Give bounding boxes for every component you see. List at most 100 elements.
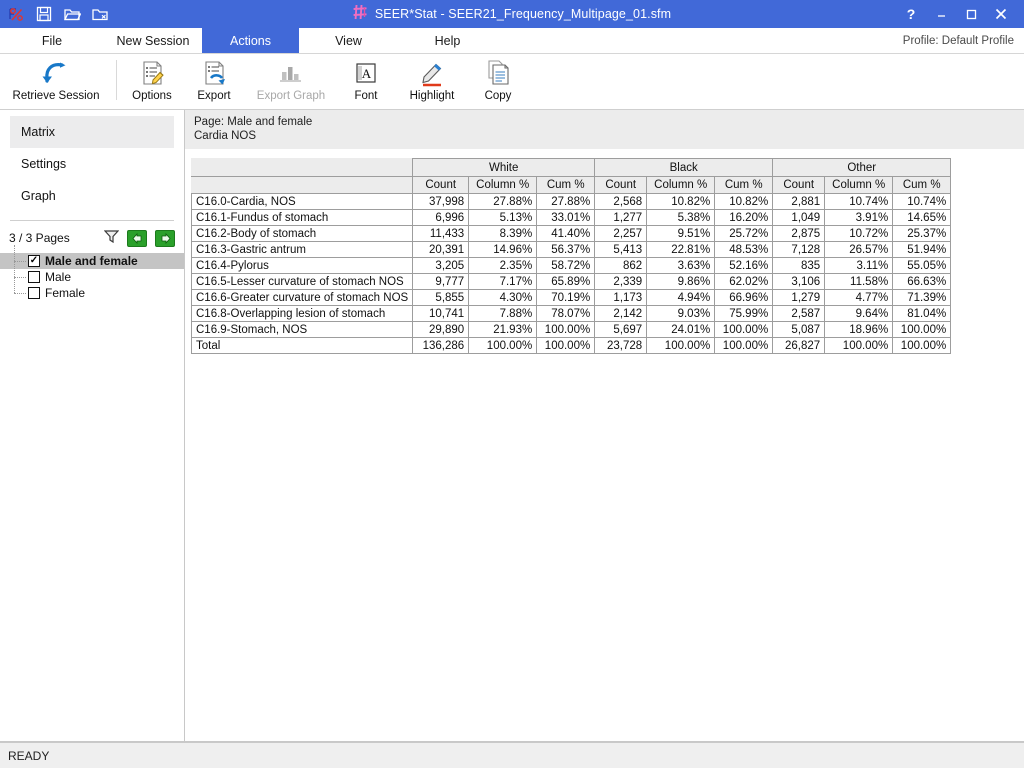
- data-cell: 27.88%: [537, 194, 595, 210]
- data-cell: 75.99%: [715, 306, 773, 322]
- sidebar-item-matrix[interactable]: Matrix: [10, 116, 174, 148]
- data-cell: 37,998: [413, 194, 469, 210]
- retrieve-session-button[interactable]: Retrieve Session: [0, 56, 112, 108]
- matrix-grid-wrapper: White Black Other Count Column % Cum % C…: [185, 150, 1024, 354]
- table-head: White Black Other Count Column % Cum % C…: [192, 159, 951, 194]
- next-page-button[interactable]: [155, 230, 175, 247]
- data-cell: 100.00%: [469, 338, 537, 354]
- tree-branch-icon: [14, 253, 28, 269]
- row-label-cell: C16.1-Fundus of stomach: [192, 210, 413, 226]
- tree-item-male[interactable]: Male: [0, 269, 184, 285]
- table-row[interactable]: C16.4-Pylorus3,2052.35%58.72%8623.63%52.…: [192, 258, 951, 274]
- close-folder-icon[interactable]: [90, 4, 110, 24]
- export-button[interactable]: Export: [183, 56, 245, 108]
- font-label: Font: [354, 90, 377, 102]
- data-cell: 2,339: [595, 274, 647, 290]
- table-row[interactable]: C16.3-Gastric antrum20,39114.96%56.37%5,…: [192, 242, 951, 258]
- sidebar: Matrix Settings Graph 3 / 3 Pages: [0, 110, 185, 741]
- data-cell: 100.00%: [825, 338, 893, 354]
- minimize-button[interactable]: [926, 1, 956, 27]
- pages-navigation: 3 / 3 Pages: [0, 225, 184, 251]
- font-icon: A: [353, 58, 379, 88]
- profile-label: Profile: Default Profile: [903, 28, 1024, 53]
- maximize-button[interactable]: [956, 1, 986, 27]
- data-cell: 2.35%: [469, 258, 537, 274]
- data-cell: 5,087: [773, 322, 825, 338]
- export-graph-icon: [277, 58, 305, 88]
- data-cell: 10.72%: [825, 226, 893, 242]
- table-row[interactable]: C16.8-Overlapping lesion of stomach10,74…: [192, 306, 951, 322]
- checkbox-male-and-female[interactable]: ✓: [28, 255, 40, 267]
- data-cell: 58.72%: [537, 258, 595, 274]
- checkbox-male[interactable]: [28, 271, 40, 283]
- copy-icon: [484, 58, 512, 88]
- sidebar-nav: Matrix Settings Graph: [0, 116, 184, 212]
- sidebar-item-graph[interactable]: Graph: [10, 180, 174, 212]
- page-header-line2: Cardia NOS: [194, 129, 1015, 143]
- data-cell: 9.51%: [647, 226, 715, 242]
- group-header-white: White: [413, 159, 595, 177]
- checkbox-female[interactable]: [28, 287, 40, 299]
- copy-button[interactable]: Copy: [469, 56, 527, 108]
- data-cell: 8.39%: [469, 226, 537, 242]
- close-button[interactable]: [986, 1, 1016, 27]
- options-button[interactable]: Options: [121, 56, 183, 108]
- help-button[interactable]: ?: [896, 1, 926, 27]
- font-button[interactable]: A Font: [337, 56, 395, 108]
- filter-funnel-icon[interactable]: [104, 229, 119, 248]
- col-header-black-count: Count: [595, 177, 647, 194]
- data-cell: 2,568: [595, 194, 647, 210]
- retrieve-session-label: Retrieve Session: [13, 90, 100, 102]
- data-cell: 3,205: [413, 258, 469, 274]
- data-cell: 100.00%: [715, 322, 773, 338]
- data-cell: 10.74%: [893, 194, 951, 210]
- data-cell: 11,433: [413, 226, 469, 242]
- data-cell: 14.96%: [469, 242, 537, 258]
- col-header-white-count: Count: [413, 177, 469, 194]
- highlight-button[interactable]: Highlight: [395, 56, 469, 108]
- table-row[interactable]: C16.5-Lesser curvature of stomach NOS9,7…: [192, 274, 951, 290]
- menu-item-actions[interactable]: Actions: [202, 28, 299, 53]
- data-cell: 2,142: [595, 306, 647, 322]
- table-row[interactable]: C16.0-Cardia, NOS37,99827.88%27.88%2,568…: [192, 194, 951, 210]
- data-cell: 66.63%: [893, 274, 951, 290]
- table-row[interactable]: Total136,286100.00%100.00%23,728100.00%1…: [192, 338, 951, 354]
- table-row[interactable]: C16.6-Greater curvature of stomach NOS5,…: [192, 290, 951, 306]
- table-row[interactable]: C16.9-Stomach, NOS29,89021.93%100.00%5,6…: [192, 322, 951, 338]
- tree-item-female[interactable]: Female: [0, 285, 184, 301]
- data-cell: 10.82%: [715, 194, 773, 210]
- open-folder-icon[interactable]: [62, 4, 82, 24]
- data-cell: 9.86%: [647, 274, 715, 290]
- table-row[interactable]: C16.1-Fundus of stomach6,9965.13%33.01%1…: [192, 210, 951, 226]
- data-cell: 2,881: [773, 194, 825, 210]
- data-cell: 1,049: [773, 210, 825, 226]
- data-cell: 100.00%: [715, 338, 773, 354]
- title-bar: SEER*Stat - SEER21_Frequency_Multipage_0…: [0, 0, 1024, 28]
- data-cell: 41.40%: [537, 226, 595, 242]
- save-icon[interactable]: [34, 4, 54, 24]
- tree-item-male-and-female[interactable]: ✓ Male and female: [0, 253, 184, 269]
- previous-page-button[interactable]: [127, 230, 147, 247]
- table-body: C16.0-Cardia, NOS37,99827.88%27.88%2,568…: [192, 194, 951, 354]
- data-cell: 65.89%: [537, 274, 595, 290]
- menu-item-help[interactable]: Help: [398, 28, 497, 53]
- export-graph-label: Export Graph: [257, 90, 325, 102]
- data-cell: 55.05%: [893, 258, 951, 274]
- data-cell: 14.65%: [893, 210, 951, 226]
- data-cell: 24.01%: [647, 322, 715, 338]
- options-label: Options: [132, 90, 172, 102]
- sidebar-item-settings[interactable]: Settings: [10, 148, 174, 180]
- corner-cell: [192, 159, 413, 177]
- data-cell: 25.37%: [893, 226, 951, 242]
- row-label-cell: C16.4-Pylorus: [192, 258, 413, 274]
- percent-logo-icon: [6, 4, 26, 24]
- data-cell: 56.37%: [537, 242, 595, 258]
- menu-item-new-session[interactable]: New Session: [104, 28, 202, 53]
- content-pane: Page: Male and female Cardia NOS White: [185, 110, 1024, 741]
- menu-item-view[interactable]: View: [299, 28, 398, 53]
- col-header-black-cum: Cum %: [715, 177, 773, 194]
- export-label: Export: [197, 90, 230, 102]
- menu-item-file[interactable]: File: [0, 28, 104, 53]
- data-cell: 81.04%: [893, 306, 951, 322]
- table-row[interactable]: C16.2-Body of stomach11,4338.39%41.40%2,…: [192, 226, 951, 242]
